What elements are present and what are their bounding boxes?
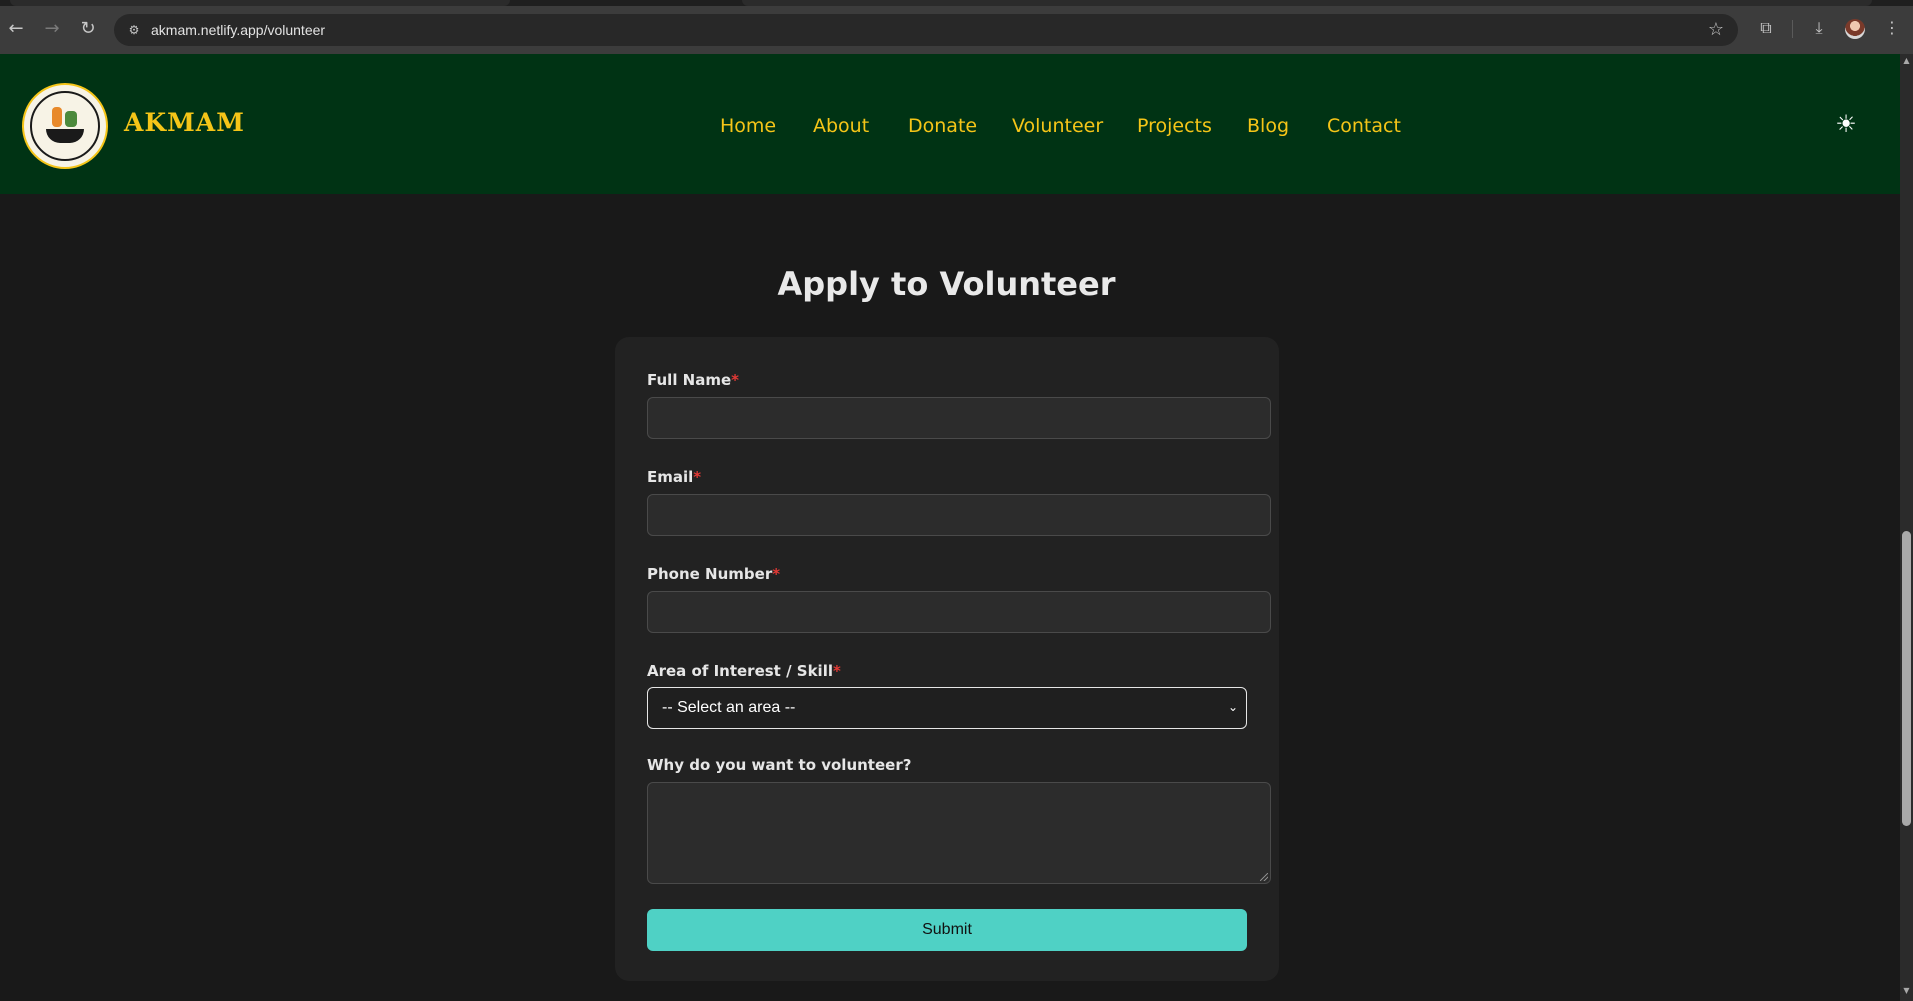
- area-label: Area of Interest / Skill*: [647, 662, 841, 680]
- back-icon[interactable]: ←: [2, 15, 30, 43]
- sun-icon[interactable]: ☀: [1833, 111, 1859, 137]
- profile-avatar[interactable]: [1845, 19, 1865, 39]
- phone-input[interactable]: [647, 591, 1271, 633]
- forward-icon[interactable]: →: [38, 15, 66, 43]
- nav-blog[interactable]: Blog: [1247, 115, 1289, 137]
- email-input[interactable]: [647, 494, 1271, 536]
- menu-dots-icon[interactable]: ⋮: [1880, 16, 1904, 40]
- resize-handle-icon[interactable]: [1260, 873, 1268, 881]
- volunteer-form: Full Name* Email* Phone Number* Area of …: [615, 337, 1279, 981]
- nav-about[interactable]: About: [813, 115, 869, 137]
- required-mark: *: [772, 565, 781, 583]
- site-info-icon[interactable]: ⚙: [124, 20, 144, 40]
- required-mark: *: [832, 662, 841, 680]
- area-selected-value: -- Select an area --: [662, 699, 796, 716]
- why-label: Why do you want to volunteer?: [647, 756, 912, 774]
- extensions-icon[interactable]: ⧉: [1754, 16, 1778, 40]
- email-label: Email*: [647, 468, 702, 486]
- address-bar[interactable]: ⚙ akmam.netlify.app/volunteer ☆: [114, 14, 1738, 46]
- main-nav: Home About Donate Volunteer Projects Blo…: [0, 54, 1900, 194]
- nav-volunteer[interactable]: Volunteer: [1012, 115, 1103, 137]
- area-select[interactable]: -- Select an area -- ⌄: [647, 687, 1247, 729]
- scroll-down-arrow[interactable]: ▼: [1902, 986, 1911, 995]
- required-mark: *: [731, 371, 740, 389]
- toolbar-divider: [1792, 20, 1793, 38]
- page-title: Apply to Volunteer: [777, 265, 1116, 303]
- page-scrollbar[interactable]: [1900, 54, 1913, 1001]
- why-textarea[interactable]: [647, 782, 1271, 884]
- browser-tab[interactable]: [742, 0, 1872, 6]
- scrollbar-thumb[interactable]: [1902, 531, 1911, 826]
- download-icon[interactable]: ⤓: [1807, 16, 1831, 40]
- nav-donate[interactable]: Donate: [908, 115, 977, 137]
- full-name-label: Full Name*: [647, 371, 740, 389]
- submit-button[interactable]: Submit: [647, 909, 1247, 951]
- site-header: AKMAM Home About Donate Volunteer Projec…: [0, 54, 1900, 194]
- nav-home[interactable]: Home: [720, 115, 776, 137]
- url-text[interactable]: akmam.netlify.app/volunteer: [151, 22, 325, 38]
- browser-chrome: ← → ↻ ⚙ akmam.netlify.app/volunteer ☆ ⧉ …: [0, 0, 1913, 54]
- reload-icon[interactable]: ↻: [74, 15, 102, 43]
- full-name-input[interactable]: [647, 397, 1271, 439]
- required-mark: *: [693, 468, 702, 486]
- bookmark-star-icon[interactable]: ☆: [1708, 19, 1724, 40]
- nav-projects[interactable]: Projects: [1137, 115, 1212, 137]
- scroll-up-arrow[interactable]: ▲: [1902, 56, 1911, 65]
- nav-contact[interactable]: Contact: [1327, 115, 1401, 137]
- chevron-down-icon: ⌄: [1227, 700, 1238, 714]
- browser-tab[interactable]: [10, 0, 510, 6]
- phone-label: Phone Number*: [647, 565, 781, 583]
